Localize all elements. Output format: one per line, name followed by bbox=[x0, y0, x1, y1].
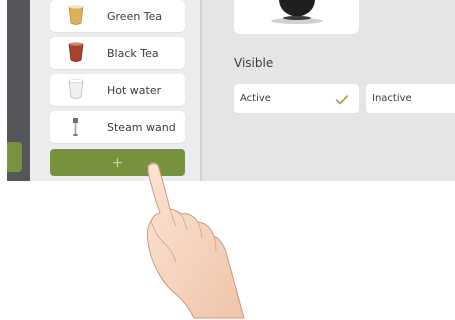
green-tea-cup-icon bbox=[66, 4, 86, 28]
add-beverage-button[interactable]: + bbox=[50, 149, 185, 176]
plus-icon: + bbox=[111, 154, 124, 171]
active-option[interactable]: Active bbox=[234, 84, 359, 113]
beverage-image-card bbox=[234, 0, 359, 34]
cup-image-icon bbox=[271, 0, 323, 24]
list-item-green-tea[interactable]: Green Tea bbox=[50, 0, 185, 32]
inactive-option[interactable]: Inactive bbox=[366, 84, 455, 113]
machine-screen: Green Tea Black Tea Hot water Steam wand… bbox=[7, 0, 455, 181]
list-item-label: Green Tea bbox=[107, 9, 163, 23]
list-item-label: Hot water bbox=[107, 83, 162, 97]
list-item-black-tea[interactable]: Black Tea bbox=[50, 37, 185, 69]
list-item-hot-water[interactable]: Hot water bbox=[50, 74, 185, 106]
hot-water-cup-icon bbox=[66, 78, 86, 102]
beverage-list-panel: Green Tea Black Tea Hot water Steam wand… bbox=[30, 0, 219, 181]
checkmark-icon bbox=[335, 91, 349, 105]
list-item-label: Steam wand bbox=[107, 120, 176, 134]
list-item-label: Black Tea bbox=[107, 46, 159, 60]
list-item-steam-wand[interactable]: Steam wand bbox=[50, 111, 185, 143]
visible-section-label: Visible bbox=[234, 56, 274, 70]
steam-wand-icon bbox=[66, 115, 86, 139]
left-nav-strip bbox=[7, 0, 30, 181]
nav-active-marker[interactable] bbox=[7, 142, 22, 172]
details-panel: Visible Active Inactive bbox=[202, 0, 455, 181]
inactive-option-label: Inactive bbox=[372, 93, 412, 104]
tutorial-illustration: Green Tea Black Tea Hot water Steam wand… bbox=[0, 0, 455, 320]
active-option-label: Active bbox=[240, 93, 271, 104]
black-tea-cup-icon bbox=[66, 41, 86, 65]
